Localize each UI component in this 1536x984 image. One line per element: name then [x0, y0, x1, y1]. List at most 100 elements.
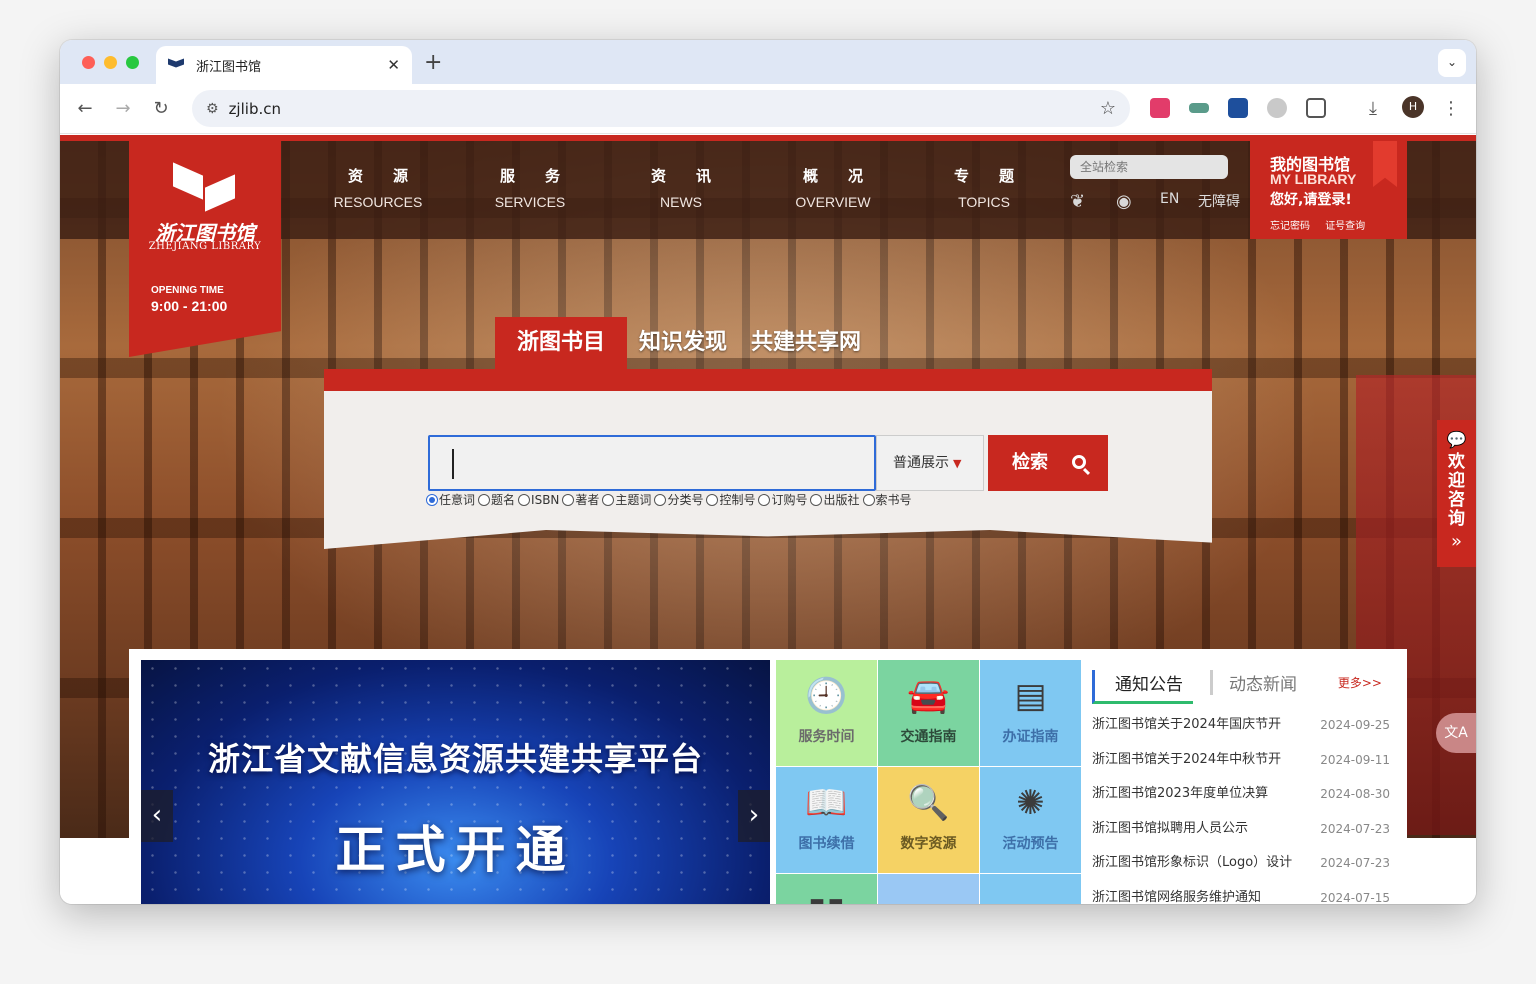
url-text[interactable]: zjlib.cn — [229, 100, 1100, 118]
event-icon: ✺ — [1016, 783, 1045, 823]
tab-close-icon[interactable]: ✕ — [387, 56, 400, 74]
login-prompt[interactable]: 您好,请登录! — [1270, 189, 1352, 209]
radio-button[interactable] — [426, 493, 438, 506]
tile-row3-3[interactable]: ▱ — [980, 874, 1081, 904]
logo-panel[interactable]: 浙江图书馆 ZHEJIANG LIBRARY OPENING TIME 9:00… — [129, 141, 281, 357]
window-controls — [82, 56, 139, 69]
my-library-panel[interactable]: 我的图书馆 MY LIBRARY 您好,请登录! 忘记密码 证号查询 — [1250, 141, 1407, 239]
minimize-window-button[interactable] — [104, 56, 117, 69]
address-bar[interactable]: ⚙ zjlib.cn ☆ — [192, 90, 1130, 127]
list-item[interactable]: 浙江图书馆2023年度单位决算 2024-08-30 — [1092, 777, 1392, 812]
radio-call-number[interactable]: 索书号 — [862, 491, 912, 508]
list-item[interactable]: 浙江图书馆关于2024年中秋节开 2024-09-11 — [1092, 743, 1392, 778]
tile-service-hours[interactable]: 🕘 服务时间 — [776, 660, 877, 766]
radio-button[interactable] — [562, 493, 575, 506]
catalog-search-input[interactable] — [428, 435, 876, 491]
service-tiles: 🕘 服务时间 🚘 交通指南 ▤ 办证指南 📖 图书续借 🔍 数字资源 ✺ 活动预… — [776, 660, 1081, 904]
banner-carousel[interactable]: 浙江省文献信息资源共建共享平台 正式开通 ‹ › — [141, 660, 770, 904]
search-button-label: 检索 — [1012, 452, 1048, 473]
radio-order-number[interactable]: 订购号 — [758, 491, 807, 508]
tile-event-preview[interactable]: ✺ 活动预告 — [980, 767, 1081, 873]
tab-knowledge-discovery[interactable]: 知识发现 — [627, 317, 739, 369]
close-window-button[interactable] — [82, 56, 95, 69]
back-arrow-icon[interactable]: ← — [72, 96, 98, 122]
radio-any-word[interactable]: 任意词 — [426, 491, 475, 508]
radio-title[interactable]: 题名 — [478, 491, 515, 508]
more-link[interactable]: 更多>> — [1338, 674, 1382, 691]
extension-mail-icon[interactable] — [1189, 103, 1209, 113]
browser-toolbar: ← → ↻ ⚙ zjlib.cn ☆ ⤓ H ⋮ — [60, 84, 1476, 134]
radio-control-number[interactable]: 控制号 — [706, 491, 755, 508]
tile-row3-1[interactable]: ▮▮ — [776, 874, 877, 904]
double-chevron-right-icon: » — [1450, 531, 1462, 552]
site-info-icon[interactable]: ⚙ — [206, 101, 219, 117]
radio-publisher[interactable]: 出版社 — [810, 491, 860, 508]
radio-button[interactable] — [706, 493, 719, 506]
book-icon: 📖 — [805, 783, 848, 823]
weibo-icon[interactable]: ◉ — [1116, 191, 1132, 212]
radio-isbn[interactable]: ISBN — [518, 491, 559, 508]
tab-news[interactable]: 动态新闻 — [1210, 670, 1297, 695]
list-item[interactable]: 浙江图书馆网络服务维护通知 2024-07-15 — [1092, 881, 1392, 904]
tile-book-renewal[interactable]: 📖 图书续借 — [776, 767, 877, 873]
profile-avatar[interactable]: H — [1402, 96, 1424, 118]
radio-button[interactable] — [862, 493, 875, 506]
card-query-link[interactable]: 证号查询 — [1325, 221, 1365, 232]
list-item[interactable]: 浙江图书馆拟聘用人员公示 2024-07-23 — [1092, 812, 1392, 847]
extension-circle-icon[interactable] — [1267, 98, 1287, 118]
extension-save-icon[interactable] — [1228, 98, 1248, 118]
nav-news[interactable]: 资讯 NEWS — [621, 165, 741, 210]
reload-icon[interactable]: ↻ — [148, 96, 174, 122]
forward-arrow-icon[interactable]: → — [110, 96, 136, 122]
tab-title: 浙江图书馆 — [196, 59, 262, 75]
new-tab-button[interactable]: + — [424, 50, 442, 75]
carousel-next-icon[interactable]: › — [738, 790, 770, 842]
nav-resources[interactable]: 资源 RESOURCES — [318, 165, 438, 210]
download-icon[interactable]: ⤓ — [1360, 96, 1386, 122]
ribbon-decoration — [1373, 141, 1397, 187]
tab-notices[interactable]: 通知公告 — [1092, 670, 1193, 704]
nav-overview[interactable]: 概况 OVERVIEW — [773, 165, 893, 210]
tile-icon: ▭ — [878, 888, 979, 904]
banner-subtitle: 正式开通 — [335, 820, 576, 879]
tile-transport-guide[interactable]: 🚘 交通指南 — [878, 660, 979, 766]
bookmark-star-icon[interactable]: ☆ — [1100, 98, 1116, 119]
radio-subject[interactable]: 主题词 — [602, 491, 651, 508]
tab-zhejiang-catalog[interactable]: 浙图书目 — [495, 317, 628, 369]
extensions-puzzle-icon[interactable] — [1306, 98, 1326, 118]
nav-services[interactable]: 服务 SERVICES — [470, 165, 590, 210]
forgot-password-link[interactable]: 忘记密码 — [1270, 221, 1310, 232]
search-button[interactable]: 检索 — [988, 435, 1108, 491]
radio-button[interactable] — [758, 493, 771, 506]
search-field-options: 任意词 题名 ISBN 著者 主题词 分类号 控制号 订购号 出版社 索书号 — [426, 491, 915, 508]
list-item[interactable]: 浙江图书馆关于2024年国庆节开 2024-09-25 — [1092, 708, 1392, 743]
carousel-prev-icon[interactable]: ‹ — [141, 790, 173, 842]
display-mode-select[interactable]: 普通展示 ▼ — [876, 435, 984, 491]
nav-topics[interactable]: 专题 TOPICS — [924, 165, 1044, 210]
tab-search-button[interactable]: ⌄ — [1438, 49, 1466, 77]
tile-card-guide[interactable]: ▤ 办证指南 — [980, 660, 1081, 766]
tile-digital-resources[interactable]: 🔍 数字资源 — [878, 767, 979, 873]
extension-translate-icon[interactable] — [1150, 98, 1170, 118]
radio-button[interactable] — [810, 493, 823, 506]
list-item[interactable]: 浙江图书馆形象标识（Logo）设计 2024-07-23 — [1092, 846, 1392, 881]
tile-row3-2[interactable]: ▭ — [878, 874, 979, 904]
translate-icon[interactable]: 文A — [1436, 713, 1476, 753]
accessibility-link[interactable]: 无障碍 — [1198, 191, 1240, 211]
content-section: 浙江省文献信息资源共建共享平台 正式开通 ‹ › 🕘 服务时间 🚘 交通指南 ▤… — [129, 649, 1407, 904]
tab-shared-network[interactable]: 共建共享网 — [739, 317, 873, 369]
radio-button[interactable] — [602, 493, 615, 506]
language-en-link[interactable]: EN — [1160, 191, 1179, 207]
site-search-input[interactable]: 全站检索 — [1070, 155, 1228, 179]
consult-side-tab[interactable]: 💬 欢迎咨询 » — [1437, 420, 1476, 567]
radio-button[interactable] — [654, 493, 667, 506]
browser-tab[interactable]: 浙江图书馆 ✕ — [156, 46, 412, 84]
radio-author[interactable]: 著者 — [562, 491, 599, 508]
browser-menu-icon[interactable]: ⋮ — [1438, 96, 1464, 122]
radio-button[interactable] — [518, 493, 531, 506]
maximize-window-button[interactable] — [126, 56, 139, 69]
card-icon: ▤ — [1014, 676, 1047, 716]
wechat-icon[interactable]: ❦ — [1070, 191, 1085, 212]
radio-button[interactable] — [478, 493, 491, 506]
radio-class-number[interactable]: 分类号 — [654, 491, 703, 508]
